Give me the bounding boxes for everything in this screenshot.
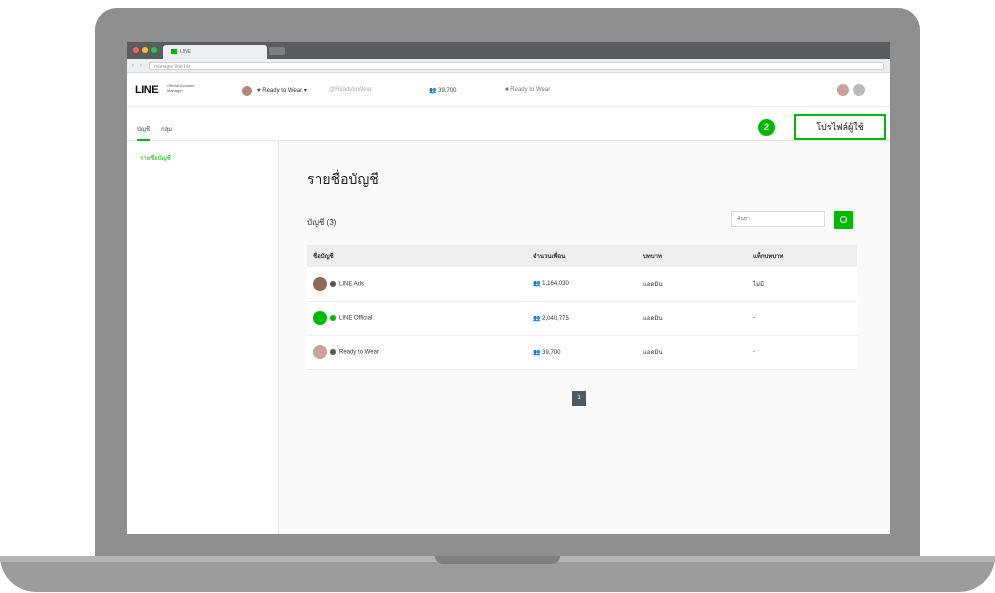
table-row[interactable]: LINE Official 👥 2,040,775 แอดมิน - — [307, 301, 857, 336]
table-header-row: ชื่อบัญชี จำนวนเพื่อน บทบาท แท็กบทบาท — [307, 245, 857, 267]
column-header-friends[interactable]: จำนวนเพื่อน — [527, 245, 637, 267]
friends-cell: 👥 1,164,030 — [527, 267, 637, 302]
minimize-window-icon[interactable] — [142, 47, 148, 53]
maximize-window-icon[interactable] — [151, 47, 157, 53]
table-row[interactable]: Ready to Wear 👥 39,700 แอดมิน - — [307, 335, 857, 370]
account-switcher[interactable]: ♥ Ready to Wear ▾ — [257, 87, 307, 94]
plan-label[interactable]: ■ Ready to Wear — [505, 87, 550, 93]
verified-badge-icon — [330, 280, 336, 287]
logo-subtitle: Official Account Manager — [167, 83, 195, 93]
page-title: รายชื่อบัญชี — [307, 171, 379, 187]
role-cell: แอดมิน — [637, 267, 747, 302]
account-name-cell[interactable]: LINE Ads — [307, 267, 527, 302]
sidebar: รายชื่อบัญชี — [127, 141, 279, 534]
app-header: LINE Official Account Manager ♥ Ready to… — [127, 73, 890, 107]
column-header-role-tag[interactable]: แท็กบทบาท — [747, 245, 857, 267]
friends-cell: 👥 39,700 — [527, 335, 637, 370]
laptop-mockup: LINE ‹ › manager.line.biz LINE Official … — [0, 0, 995, 593]
heart-badge-icon — [330, 349, 336, 355]
browser-tab-title: LINE — [180, 49, 192, 55]
table-row[interactable]: LINE Ads 👥 1,164,030 แอดมิน ไม่มี — [307, 267, 857, 302]
laptop-notch — [435, 556, 560, 564]
column-header-name[interactable]: ชื่อบัญชี — [307, 245, 527, 267]
account-name-cell[interactable]: LINE Official — [307, 301, 527, 336]
new-tab-button[interactable] — [269, 47, 285, 55]
close-window-icon[interactable] — [133, 47, 139, 53]
account-count: บัญชี (3) — [307, 218, 337, 227]
follower-count: 👥 39,700 — [429, 88, 457, 94]
line-logo[interactable]: LINE — [135, 84, 159, 96]
verified-badge-icon — [330, 315, 336, 321]
window-controls — [133, 47, 157, 53]
address-bar: ‹ › manager.line.biz — [127, 59, 890, 73]
sidebar-item-account-list[interactable]: รายชื่อบัญชี — [140, 153, 171, 163]
search-button[interactable] — [834, 211, 853, 229]
line-favicon-icon — [171, 49, 177, 55]
account-avatar[interactable] — [242, 86, 252, 96]
forward-icon[interactable]: › — [140, 63, 142, 69]
pagination-page-button[interactable]: 1 — [572, 391, 586, 406]
role-cell: แอดมิน — [637, 301, 747, 336]
step-number-badge: 2 — [758, 119, 775, 136]
browser-tab-strip: LINE — [127, 42, 890, 59]
friends-cell: 👥 2,040,775 — [527, 301, 637, 336]
user-avatar-icon[interactable] — [837, 84, 849, 96]
role-tag-cell: - — [747, 335, 857, 370]
accounts-table: ชื่อบัญชี จำนวนเพื่อน บทบาท แท็กบทบาท LI… — [307, 245, 857, 370]
tab-accounts[interactable]: บัญชี — [137, 124, 150, 141]
role-tag-cell: - — [747, 301, 857, 336]
account-avatar — [313, 276, 327, 291]
sub-navigation: บัญชี กลุ่ม 2 โปรไฟล์ผู้ใช้ — [127, 107, 890, 141]
account-avatar — [313, 345, 327, 359]
account-avatar — [313, 311, 327, 325]
main-content: รายชื่อบัญชี บัญชี (3) ชื่อบัญชี จำนวนเพ… — [279, 141, 890, 534]
role-cell: แอดมิน — [637, 335, 747, 370]
column-header-role[interactable]: บทบาท — [637, 245, 747, 267]
account-id: @ReadytoWear — [329, 87, 372, 93]
url-input[interactable]: manager.line.biz — [149, 62, 884, 70]
settings-gear-icon[interactable] — [853, 84, 865, 96]
back-icon[interactable]: ‹ — [132, 63, 134, 69]
profile-button[interactable]: โปรไฟล์ผู้ใช้ — [794, 114, 886, 140]
role-tag-cell: ไม่มี — [747, 267, 857, 302]
account-name-cell[interactable]: Ready to Wear — [307, 335, 527, 370]
search-input[interactable] — [731, 211, 825, 227]
browser-tab[interactable]: LINE — [163, 45, 267, 59]
browser-window: LINE ‹ › manager.line.biz LINE Official … — [127, 42, 890, 534]
tab-groups[interactable]: กลุ่ม — [161, 124, 172, 134]
